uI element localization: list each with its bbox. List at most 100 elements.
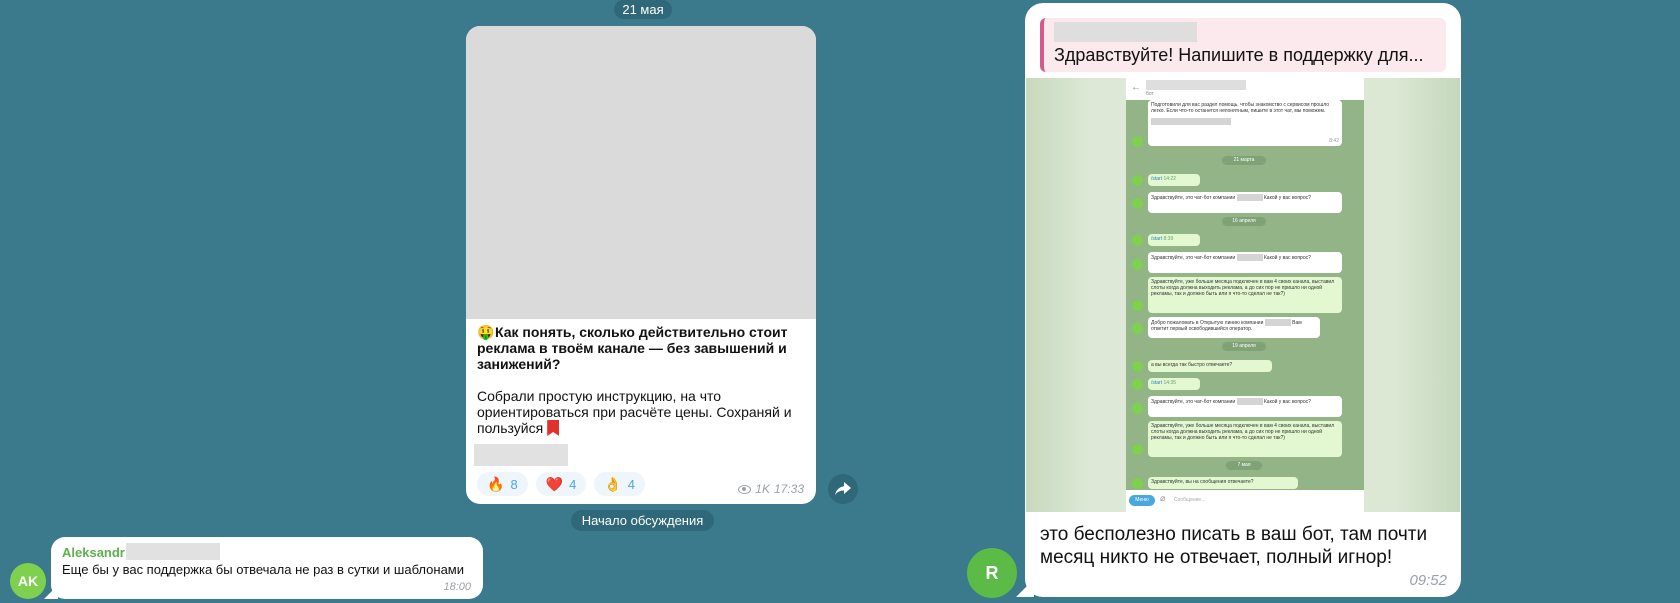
- avatar: [1132, 323, 1143, 334]
- comment-text: Еще бы у вас поддержка бы отвечала не ра…: [62, 562, 464, 577]
- post-body-text: Собрали простую инструкцию, на что ориен…: [477, 388, 792, 436]
- avatar: [1132, 198, 1143, 209]
- post-views: 1K: [755, 482, 770, 496]
- comment-time: 18:00: [443, 581, 471, 593]
- reaction-fire[interactable]: 🔥 8: [477, 472, 528, 496]
- screenshot-message: Здравствуйте, это чат-бот компании Какой…: [1148, 396, 1342, 417]
- post-image[interactable]: [466, 26, 816, 319]
- comment-text: это бесполезно писать в ваш бот, там поч…: [1040, 524, 1428, 568]
- reaction-count: 4: [627, 476, 636, 492]
- post-meta: 1K 17:33: [738, 482, 804, 496]
- screenshot-menu-button: Меню: [1129, 495, 1155, 506]
- avatar: [1132, 361, 1143, 372]
- screenshot-message: Здравствуйте, уже больше месяца подключе…: [1148, 277, 1342, 313]
- screenshot-header-sub: бот: [1146, 91, 1154, 97]
- comment-time: 09:52: [1409, 572, 1447, 589]
- screenshot-text: /start: [1151, 176, 1163, 182]
- avatar: [1132, 235, 1143, 246]
- paperclip-icon: ⌀: [1160, 493, 1166, 503]
- screenshot-input-bar: Меню ⌀ Сообщение...: [1126, 490, 1364, 512]
- screenshot-text: Какой у вас вопрос?: [1263, 254, 1311, 261]
- screenshot-text: Здравствуйте, вы на сообщения отвечаете?: [1151, 479, 1254, 485]
- avatar: [1132, 175, 1143, 186]
- screenshot-message: /start 14:22: [1148, 174, 1200, 186]
- reaction-count: 8: [510, 476, 518, 492]
- heart-icon: ❤️: [545, 475, 564, 492]
- post-title-text: Как понять, сколько действительно стоит …: [477, 324, 788, 372]
- screenshot-text: Здравствуйте, уже больше месяца подключе…: [1151, 423, 1335, 441]
- eye-icon: [738, 484, 752, 494]
- redacted-placeholder: [1151, 118, 1231, 125]
- avatar[interactable]: AK: [10, 563, 46, 599]
- attached-screenshot[interactable]: ← бот Подготовили для вас раздел помощь,…: [1026, 78, 1460, 512]
- avatar[interactable]: R: [967, 548, 1017, 598]
- redacted-link-placeholder: [474, 444, 568, 466]
- screenshot-message: /start 14:35: [1148, 378, 1200, 390]
- avatar: [1132, 403, 1143, 414]
- screenshot-text: Здравствуйте, это чат-бот компании: [1151, 254, 1236, 261]
- screenshot-time: 8:39: [1163, 236, 1174, 242]
- reply-quote[interactable]: Здравствуйте! Напишите в поддержку для..…: [1040, 18, 1446, 72]
- quote-text: Здравствуйте! Напишите в поддержку для..…: [1054, 45, 1424, 65]
- screenshot-text: /start: [1151, 380, 1163, 386]
- screenshot-time: 14:22: [1163, 176, 1177, 182]
- screenshot-text: Какой у вас вопрос?: [1263, 194, 1311, 201]
- screenshot-text: а вы всегда так быстро отвечаете?: [1151, 362, 1233, 368]
- redacted-placeholder: [1236, 254, 1263, 261]
- post-title: 🤑Как понять, сколько действительно стоит…: [477, 324, 805, 372]
- ok-hand-icon: 👌: [604, 475, 622, 492]
- discussion-start-divider: Начало обсуждения: [571, 510, 714, 531]
- reactions-bar: 🔥 8 ❤️ 4 👌 4: [477, 472, 646, 496]
- reaction-count: 4: [569, 476, 577, 492]
- forward-arrow-icon: [835, 482, 851, 495]
- screenshot-message: /start 8:39: [1148, 234, 1200, 246]
- redacted-placeholder: [1236, 398, 1263, 405]
- money-face-emoji-icon: 🤑: [477, 324, 495, 340]
- date-divider: 21 мая: [614, 0, 672, 19]
- reaction-heart[interactable]: ❤️ 4: [535, 472, 587, 496]
- comment-bubble[interactable]: Здравствуйте! Напишите в поддержку для..…: [1025, 3, 1461, 597]
- avatar: [1132, 300, 1143, 311]
- post-body: Собрали простую инструкцию, на что ориен…: [477, 388, 805, 436]
- sender-name[interactable]: Aleksandr: [62, 545, 125, 560]
- fire-icon: 🔥: [487, 475, 505, 492]
- screenshot-message: а вы всегда так быстро отвечаете?: [1148, 360, 1272, 372]
- screenshot-message: Добро пожаловать в Открытую линию компан…: [1148, 317, 1320, 338]
- redacted-surname-placeholder: [126, 543, 220, 560]
- screenshot-date: 19 апреля: [1222, 342, 1266, 351]
- avatar: [1132, 379, 1143, 390]
- avatar: [1132, 136, 1143, 147]
- screenshot-message: Здравствуйте, это чат-бот компании Какой…: [1148, 192, 1342, 213]
- comment-bubble[interactable]: Aleksandr Еще бы у вас поддержка бы отве…: [51, 537, 483, 599]
- bookmark-icon: [547, 420, 560, 436]
- avatar: [1132, 259, 1143, 270]
- post-text: 🤑Как понять, сколько действительно стоит…: [466, 319, 816, 436]
- screenshot-text: /start: [1151, 236, 1163, 242]
- screenshot-message: Здравствуйте, вы на сообщения отвечаете?: [1148, 477, 1298, 489]
- screenshot-text: Здравствуйте, уже больше месяца подключе…: [1151, 279, 1335, 297]
- reaction-ok-hand[interactable]: 👌 4: [594, 472, 646, 496]
- post-time: 17:33: [773, 482, 804, 496]
- screenshot-date: 7 мая: [1226, 461, 1262, 470]
- screenshot-date: 21 марта: [1222, 156, 1266, 165]
- screenshot-text: Здравствуйте, это чат-бот компании: [1151, 194, 1236, 201]
- channel-post[interactable]: 🤑Как понять, сколько действительно стоит…: [466, 26, 816, 504]
- redacted-bot-name: [1146, 80, 1246, 90]
- screenshot-text: Здравствуйте, это чат-бот компании: [1151, 398, 1236, 405]
- screenshot-message: Здравствуйте, уже больше месяца подключе…: [1148, 421, 1342, 457]
- redacted-quote-author: [1054, 22, 1197, 42]
- screenshot-text: Подготовили для вас раздел помощь, чтобы…: [1151, 102, 1329, 114]
- screenshot-date: 16 апреля: [1222, 217, 1266, 226]
- share-button[interactable]: [828, 474, 858, 504]
- screenshot-text: Какой у вас вопрос?: [1263, 398, 1311, 405]
- redacted-placeholder: [1264, 319, 1291, 326]
- back-arrow-icon: ←: [1131, 82, 1141, 93]
- redacted-placeholder: [1236, 194, 1263, 201]
- avatar: [1132, 478, 1143, 489]
- avatar: [1132, 444, 1143, 455]
- screenshot-message: Подготовили для вас раздел помощь, чтобы…: [1148, 100, 1342, 146]
- bot-chat-screenshot: ← бот Подготовили для вас раздел помощь,…: [1126, 78, 1364, 512]
- screenshot-header: ← бот: [1126, 78, 1364, 100]
- screenshot-time: 8:42: [1329, 138, 1339, 144]
- screenshot-input-placeholder: Сообщение...: [1174, 497, 1206, 503]
